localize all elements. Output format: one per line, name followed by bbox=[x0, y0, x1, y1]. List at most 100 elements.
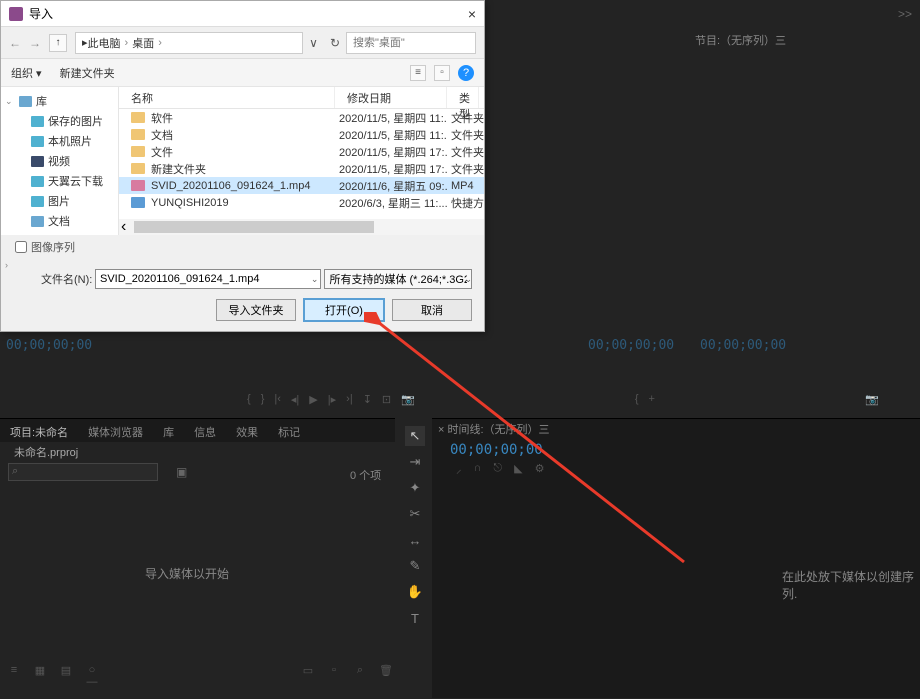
goto-out-icon[interactable]: ›| bbox=[346, 393, 353, 405]
export-frame-icon[interactable]: 📷 bbox=[401, 393, 415, 406]
refresh-icon-2[interactable]: ↻ bbox=[330, 36, 340, 50]
type-tool-icon[interactable]: T bbox=[405, 608, 425, 628]
project-filename: 未命名.prproj bbox=[14, 444, 78, 460]
razor-tool-icon[interactable]: ✂ bbox=[405, 504, 425, 524]
col-name[interactable]: 名称 bbox=[119, 87, 335, 108]
magnet-icon[interactable]: ∩ bbox=[474, 462, 482, 477]
nav-back-icon[interactable]: ← bbox=[9, 36, 21, 50]
tab-markers[interactable]: 标记 bbox=[268, 419, 310, 442]
settings-icon[interactable]: ⚙ bbox=[535, 462, 545, 477]
project-empty-hint: 导入媒体以开始 bbox=[145, 565, 229, 582]
step-back-icon[interactable]: ◂| bbox=[291, 393, 299, 406]
new-item-icon[interactable]: ▫ bbox=[326, 664, 342, 688]
snap-icon[interactable]: ⸝ bbox=[456, 462, 462, 477]
image-sequence-label: 图像序列 bbox=[31, 239, 75, 255]
dialog-path-bar: ← → ↑ ▸ 此电脑› 桌面› ∨ ↻ bbox=[1, 27, 484, 59]
program-monitor-title: 节目:（无序列）三 bbox=[695, 32, 786, 48]
play-icon[interactable]: ▶ bbox=[309, 393, 317, 406]
file-row[interactable]: SVID_20201106_091624_1.mp42020/11/6, 星期五… bbox=[119, 177, 484, 194]
icon-view-icon[interactable]: ▦ bbox=[32, 664, 48, 688]
new-folder-button[interactable]: 新建文件夹 bbox=[60, 65, 115, 81]
refresh-icon[interactable]: ∨ bbox=[309, 36, 318, 50]
open-button[interactable]: 打开(O) bbox=[304, 299, 384, 321]
filter-icon[interactable]: ▣ bbox=[176, 465, 187, 479]
nav-fwd-icon: → bbox=[29, 36, 41, 50]
tab-project[interactable]: 项目:未命名 bbox=[0, 419, 78, 442]
col-type[interactable]: 类型 bbox=[447, 87, 479, 108]
dialog-titlebar: 导入 × bbox=[1, 1, 484, 27]
tool-palette: ↖ ⇥ ✦ ✂ ↔ ✎ ✋ T bbox=[402, 426, 428, 628]
tree-video[interactable]: 视频 bbox=[1, 151, 118, 171]
import-dialog: 导入 × ← → ↑ ▸ 此电脑› 桌面› ∨ ↻ 组织 ▾ 新建文件夹 ≡ ▫… bbox=[0, 0, 485, 332]
file-row[interactable]: 文件2020/11/5, 星期四 17:...文件夹 bbox=[119, 143, 484, 160]
file-type-filter[interactable] bbox=[324, 269, 472, 289]
filename-input[interactable] bbox=[95, 269, 321, 289]
project-search-input[interactable] bbox=[8, 463, 158, 481]
project-footer: ≡ ▦ ▤ ○— ▭ ▫ ⌕ 🗑 bbox=[6, 664, 394, 688]
nav-up-button[interactable]: ↑ bbox=[49, 34, 67, 52]
tab-info[interactable]: 信息 bbox=[184, 419, 226, 442]
cancel-button[interactable]: 取消 bbox=[392, 299, 472, 321]
trash-icon[interactable]: 🗑 bbox=[378, 664, 394, 688]
selection-tool-icon[interactable]: ↖ bbox=[405, 426, 425, 446]
file-row[interactable]: YUNQISHI20192020/6/3, 星期三 11:...快捷方 bbox=[119, 194, 484, 211]
help-icon[interactable]: ? bbox=[458, 65, 474, 81]
import-folder-button[interactable]: 导入文件夹 bbox=[216, 299, 296, 321]
tree-saved-pics[interactable]: 保存的图片 bbox=[1, 111, 118, 131]
timeline-timecode[interactable]: 00;00;00;00 bbox=[450, 442, 543, 458]
breadcrumb[interactable]: ▸ 此电脑› 桌面› bbox=[75, 32, 303, 54]
overwrite-icon[interactable]: ⊡ bbox=[382, 393, 391, 406]
new-bin-icon[interactable]: ▭ bbox=[300, 664, 316, 688]
h-scrollbar[interactable]: ‹ bbox=[119, 219, 484, 235]
preview-icon[interactable]: ▫ bbox=[434, 65, 450, 81]
image-sequence-checkbox[interactable] bbox=[15, 241, 27, 253]
file-list: 名称 修改日期 类型 软件2020/11/5, 星期四 11:...文件夹文档2… bbox=[119, 87, 484, 235]
image-sequence-option: 图像序列 bbox=[1, 235, 484, 259]
step-fwd-icon[interactable]: |▸ bbox=[328, 393, 336, 406]
project-panel-tabs: 项目:未命名 媒体浏览器 库 信息 效果 标记 bbox=[0, 418, 395, 442]
prog-add-marker-icon[interactable]: + bbox=[649, 393, 655, 405]
tab-overflow-icon[interactable]: >> bbox=[890, 7, 920, 21]
col-date[interactable]: 修改日期 bbox=[335, 87, 447, 108]
organize-menu[interactable]: 组织 ▾ bbox=[11, 65, 42, 81]
linked-sel-icon[interactable]: ⎋ bbox=[493, 462, 502, 477]
goto-in-icon[interactable]: |‹ bbox=[274, 393, 281, 405]
track-select-tool-icon[interactable]: ⇥ bbox=[405, 452, 425, 472]
ripple-tool-icon[interactable]: ✦ bbox=[405, 478, 425, 498]
marker-icon[interactable]: ◣ bbox=[514, 462, 522, 477]
tree-tianyi[interactable]: 天翼云下载 bbox=[1, 171, 118, 191]
file-list-header: 名称 修改日期 类型 bbox=[119, 87, 484, 109]
file-row[interactable]: 文档2020/11/5, 星期四 11:...文件夹 bbox=[119, 126, 484, 143]
search-input[interactable] bbox=[346, 32, 476, 54]
source-timecode-left: 00;00;00;00 bbox=[6, 338, 92, 353]
timeline-toolbar: ⸝ ∩ ⎋ ◣ ⚙ bbox=[456, 462, 544, 477]
premiere-icon bbox=[9, 7, 23, 21]
tab-effects2[interactable]: 效果 bbox=[226, 419, 268, 442]
list-view-icon[interactable]: ≡ bbox=[6, 664, 22, 688]
view-mode-icon[interactable]: ≡ bbox=[410, 65, 426, 81]
tab-lib[interactable]: 库 bbox=[153, 419, 184, 442]
pen-tool-icon[interactable]: ✎ bbox=[405, 556, 425, 576]
zoom-slider[interactable]: ○— bbox=[84, 664, 100, 688]
hand-tool-icon[interactable]: ✋ bbox=[405, 582, 425, 602]
tab-media-browser[interactable]: 媒体浏览器 bbox=[78, 419, 153, 442]
tree-documents[interactable]: 文档 bbox=[1, 211, 118, 231]
file-row[interactable]: 软件2020/11/5, 星期四 11:...文件夹 bbox=[119, 109, 484, 126]
prog-export-frame-icon[interactable]: 📷 bbox=[865, 393, 879, 406]
insert-icon[interactable]: ↧ bbox=[363, 393, 372, 406]
slip-tool-icon[interactable]: ↔ bbox=[405, 530, 425, 550]
mark-in-icon[interactable]: { bbox=[247, 393, 251, 405]
tree-local-photos[interactable]: 本机照片 bbox=[1, 131, 118, 151]
timeline-tab[interactable]: × 时间线:（无序列）三 bbox=[438, 421, 550, 437]
mark-out-icon[interactable]: } bbox=[261, 393, 265, 405]
freeform-view-icon[interactable]: ▤ bbox=[58, 664, 74, 688]
filename-label: 文件名(N): bbox=[41, 271, 92, 287]
program-timecode-out: 00;00;00;00 bbox=[700, 338, 786, 353]
prog-mark-in-icon[interactable]: { bbox=[635, 393, 639, 405]
tree-library[interactable]: ⌄库 bbox=[1, 91, 118, 111]
timeline-empty-hint: 在此处放下媒体以创建序列. bbox=[782, 568, 920, 602]
tree-pictures[interactable]: 图片 bbox=[1, 191, 118, 211]
find-icon[interactable]: ⌕ bbox=[352, 664, 368, 688]
close-icon[interactable]: × bbox=[468, 6, 476, 22]
file-row[interactable]: 新建文件夹2020/11/5, 星期四 17:...文件夹 bbox=[119, 160, 484, 177]
